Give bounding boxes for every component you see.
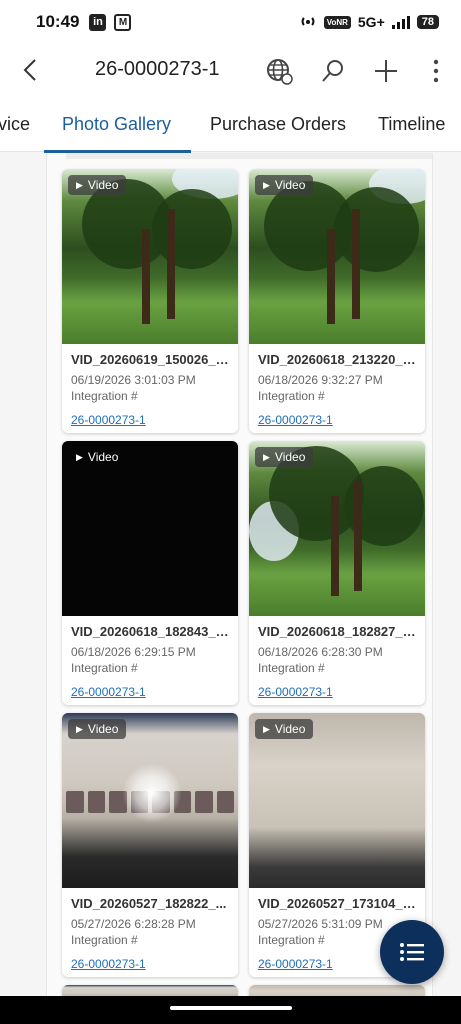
back-button[interactable] — [16, 56, 44, 84]
signal-icon — [391, 15, 410, 29]
video-thumbnail[interactable]: ▶ Video — [249, 169, 425, 344]
gallery-card[interactable]: ▶ Video VID_20260619_150026_0... 06/19/20… — [62, 169, 238, 433]
record-link[interactable]: 26-0000273-1 — [71, 413, 229, 427]
tab-device[interactable]: vice — [0, 114, 30, 135]
more-button[interactable] — [421, 56, 451, 86]
gallery-card[interactable]: ▶ Video VID_20260618_182827_0... 06/18/20… — [249, 441, 425, 705]
record-link[interactable]: 26-0000273-1 — [258, 413, 416, 427]
video-badge: ▶ Video — [76, 450, 119, 464]
play-icon: ▶ — [76, 179, 83, 190]
app-header: 26-0000273-1 — [0, 44, 461, 96]
globe-icon — [267, 59, 293, 85]
play-icon: ▶ — [263, 723, 270, 734]
video-badge: ▶ Video — [68, 175, 127, 195]
gallery-card-partial[interactable] — [249, 985, 425, 996]
more-vertical-icon — [433, 59, 439, 83]
video-badge: ▶ Video — [255, 175, 314, 195]
tab-bar: vice Photo Gallery Purchase Orders Timel… — [0, 96, 461, 152]
integration-label: Integration # — [71, 389, 138, 403]
tab-timeline[interactable]: Timeline — [378, 114, 445, 135]
file-date: 06/18/2026 9:32:27 PM — [258, 373, 383, 387]
file-name: VID_20260618_182827_0... — [258, 624, 416, 639]
search-button[interactable] — [318, 56, 348, 86]
gallery-panel-header — [66, 153, 432, 159]
video-thumbnail[interactable]: ▶ Video — [62, 441, 238, 616]
play-icon: ▶ — [263, 451, 270, 462]
video-thumbnail[interactable]: ▶ Video — [249, 713, 425, 888]
video-badge: ▶ Video — [255, 719, 314, 739]
integration-label: Integration # — [71, 661, 138, 675]
gallery-card[interactable]: ▶ Video VID_20260618_213220_0... 06/18/20… — [249, 169, 425, 433]
video-thumbnail[interactable]: ▶ Video — [62, 169, 238, 344]
integration-label: Integration # — [71, 933, 138, 947]
file-date: 06/18/2026 6:29:15 PM — [71, 645, 196, 659]
gallery-content[interactable]: ▶ Video VID_20260619_150026_0... 06/19/20… — [0, 153, 461, 996]
status-time: 10:49 — [36, 12, 80, 31]
chevron-left-icon — [23, 59, 36, 81]
file-name: VID_20260618_213220_0... — [258, 352, 416, 367]
file-name: VID_20260618_182843_1... — [71, 624, 229, 639]
hotspot-icon — [299, 13, 317, 32]
video-badge: ▶ Video — [68, 719, 127, 739]
file-name: VID_20260527_182822_... — [71, 896, 227, 911]
video-thumbnail[interactable] — [249, 985, 425, 996]
plus-icon — [375, 60, 397, 82]
mail-icon: M — [114, 13, 132, 31]
home-indicator[interactable] — [170, 1006, 292, 1010]
network-label: 5G+ — [357, 14, 385, 30]
status-bar: 10:49 in M VoNR 5G+ 78 — [0, 0, 461, 44]
play-icon: ▶ — [76, 451, 83, 462]
gallery-card[interactable]: ▶ Video VID_20260618_182843_1... 06/18/20… — [62, 441, 238, 705]
record-link[interactable]: 26-0000273-1 — [258, 685, 416, 699]
file-name: VID_20260527_173104_0... — [258, 896, 416, 911]
play-icon: ▶ — [263, 179, 270, 190]
video-thumbnail[interactable]: ▶ Video — [249, 441, 425, 616]
tab-purchase-orders[interactable]: Purchase Orders — [210, 114, 346, 135]
file-date: 05/27/2026 6:28:28 PM — [71, 917, 196, 931]
search-icon — [322, 60, 343, 82]
video-thumbnail[interactable]: ▶ Video — [62, 713, 238, 888]
linkedin-icon: in — [89, 13, 107, 31]
page-title: 26-0000273-1 — [95, 58, 220, 80]
list-icon — [400, 943, 424, 961]
file-name: VID_20260619_150026_0... — [71, 352, 229, 367]
file-date: 06/19/2026 3:01:03 PM — [71, 373, 196, 387]
integration-label: Integration # — [258, 661, 325, 675]
add-button[interactable] — [371, 56, 401, 86]
battery-icon: 78 — [416, 15, 439, 29]
list-menu-fab[interactable] — [380, 920, 444, 984]
record-link[interactable]: 26-0000273-1 — [71, 957, 229, 971]
system-nav-bar — [0, 996, 461, 1024]
integration-label: Integration # — [258, 389, 325, 403]
gallery-card-partial[interactable] — [62, 985, 238, 996]
file-date: 06/18/2026 6:28:30 PM — [258, 645, 383, 659]
gallery-card[interactable]: ▶ Video VID_20260527_182822_... 05/27/202… — [62, 713, 238, 977]
record-link[interactable]: 26-0000273-1 — [71, 685, 229, 699]
globe-button[interactable] — [264, 56, 294, 86]
play-icon: ▶ — [76, 723, 83, 734]
volte-badge: VoNR — [323, 15, 351, 29]
video-badge: ▶ Video — [255, 447, 314, 467]
tab-photo-gallery[interactable]: Photo Gallery — [62, 114, 171, 135]
video-thumbnail[interactable] — [62, 985, 238, 996]
